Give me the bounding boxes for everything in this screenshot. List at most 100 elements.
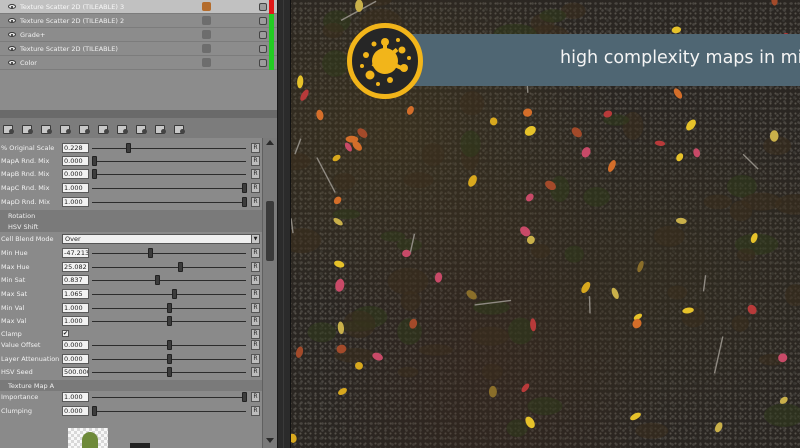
value-field[interactable]: 0.000: [62, 354, 89, 364]
slider-track[interactable]: [92, 411, 246, 412]
value-field[interactable]: 0.000: [62, 169, 89, 179]
texture-viewport[interactable]: high complexity maps in minutes: [291, 0, 800, 448]
value-field[interactable]: 1.000: [62, 316, 89, 326]
slider-handle[interactable]: [92, 156, 97, 166]
reset-button[interactable]: R: [251, 248, 260, 258]
reset-button[interactable]: R: [251, 367, 260, 377]
parameter-scrollbar[interactable]: [262, 138, 277, 448]
clamp-checkbox[interactable]: ✔: [62, 330, 69, 337]
slider-handle[interactable]: [171, 289, 177, 299]
slider-track[interactable]: [92, 174, 246, 175]
add-layer-icon[interactable]: [2, 123, 14, 134]
value-field[interactable]: 500.000: [62, 367, 89, 377]
blend-mode-dropdown[interactable]: Over ▼: [62, 234, 260, 244]
lock-icon[interactable]: [259, 44, 267, 53]
lock-icon[interactable]: [259, 16, 267, 25]
reset-button[interactable]: R: [251, 183, 260, 193]
slider-track[interactable]: [92, 148, 246, 149]
slider-handle[interactable]: [242, 183, 247, 193]
reset-button[interactable]: R: [251, 143, 260, 153]
slider-handle[interactable]: [167, 354, 172, 364]
reset-button[interactable]: R: [251, 169, 260, 179]
brush-icon[interactable]: [59, 123, 71, 134]
layer-row[interactable]: Color: [0, 56, 277, 70]
value-field[interactable]: 1.000: [62, 197, 89, 207]
panel-divider[interactable]: [277, 0, 291, 448]
slider-handle[interactable]: [167, 367, 172, 377]
reset-button[interactable]: R: [251, 354, 260, 364]
eye-icon[interactable]: [8, 4, 16, 9]
eye-icon[interactable]: [8, 32, 16, 37]
reset-button[interactable]: R: [251, 329, 260, 339]
value-field[interactable]: 0.000: [62, 156, 89, 166]
layer-thumbnail: [202, 30, 211, 39]
reset-button[interactable]: R: [251, 316, 260, 326]
slider-handle[interactable]: [167, 316, 172, 326]
slider-track[interactable]: [92, 267, 246, 268]
slider-handle[interactable]: [126, 143, 132, 153]
slider-handle[interactable]: [147, 248, 153, 258]
slider-handle[interactable]: [167, 340, 172, 350]
slider-track[interactable]: [92, 280, 246, 281]
layer-row[interactable]: Texture Scatter 2D (TILEABLE) 2: [0, 14, 277, 28]
slider-handle[interactable]: [92, 406, 97, 416]
texture-map-preview[interactable]: [68, 428, 108, 448]
value-field[interactable]: 0.228: [62, 143, 89, 153]
value-field[interactable]: 0.837: [62, 275, 89, 285]
duplicate-layer-icon[interactable]: [21, 123, 33, 134]
value-field[interactable]: -47.213: [62, 248, 89, 258]
reset-button[interactable]: R: [251, 340, 260, 350]
eye-icon[interactable]: [8, 18, 16, 23]
gradient-icon[interactable]: [116, 123, 128, 134]
section-header-rotation[interactable]: Rotation: [0, 210, 262, 221]
list-add-icon[interactable]: [78, 123, 90, 134]
scroll-up-icon[interactable]: [266, 140, 274, 146]
value-field[interactable]: 1.000: [62, 303, 89, 313]
value-field[interactable]: 25.082: [62, 262, 89, 272]
reset-button[interactable]: R: [251, 156, 260, 166]
slider-track[interactable]: [92, 294, 246, 295]
lock-icon[interactable]: [259, 58, 267, 67]
lock-icon[interactable]: [259, 2, 267, 11]
eye-icon[interactable]: [8, 46, 16, 51]
grid-icon[interactable]: [173, 123, 185, 134]
reset-button[interactable]: R: [251, 392, 260, 402]
value-field[interactable]: 0.000: [62, 406, 89, 416]
reset-button[interactable]: R: [251, 303, 260, 313]
slider-track[interactable]: [92, 188, 246, 189]
lock-icon[interactable]: [259, 30, 267, 39]
slider-handle[interactable]: [92, 169, 97, 179]
slider-handle[interactable]: [167, 303, 172, 313]
scroll-down-icon[interactable]: [266, 438, 274, 444]
slider-handle[interactable]: [242, 197, 247, 207]
reset-button[interactable]: R: [251, 275, 260, 285]
value-field[interactable]: 1.000: [62, 183, 89, 193]
chevron-down-icon[interactable]: ▼: [251, 235, 259, 243]
filter-icon[interactable]: [135, 123, 147, 134]
layer-row[interactable]: Texture Scatter 2D (TILEABLE): [0, 42, 277, 56]
reset-button[interactable]: R: [251, 262, 260, 272]
slider-handle[interactable]: [155, 275, 160, 285]
slider-track[interactable]: [92, 397, 246, 398]
section-header-hsv-shift[interactable]: HSV Shift: [0, 221, 262, 232]
group-icon[interactable]: [154, 123, 166, 134]
value-field[interactable]: 1.065: [62, 289, 89, 299]
value-field[interactable]: 0.000: [62, 340, 89, 350]
slider-track[interactable]: [92, 253, 246, 254]
value-field[interactable]: 1.000: [62, 392, 89, 402]
merge-icon[interactable]: [40, 123, 52, 134]
section-header-texture-map-a[interactable]: Texture Map A: [0, 380, 262, 391]
banner-text: high complexity maps in minutes: [560, 48, 800, 68]
layer-row[interactable]: Texture Scatter 2D (TILEABLE) 3: [0, 0, 277, 14]
slider-track[interactable]: [92, 202, 246, 203]
slider-handle[interactable]: [242, 392, 247, 402]
slider-track[interactable]: [92, 161, 246, 162]
eye-icon[interactable]: [8, 60, 16, 65]
reset-button[interactable]: R: [251, 197, 260, 207]
scrollbar-thumb[interactable]: [266, 201, 274, 261]
reset-button[interactable]: R: [251, 406, 260, 416]
image-add-icon[interactable]: [97, 123, 109, 134]
layer-row[interactable]: Grade+: [0, 28, 277, 42]
reset-button[interactable]: R: [251, 289, 260, 299]
slider-handle[interactable]: [177, 262, 183, 272]
